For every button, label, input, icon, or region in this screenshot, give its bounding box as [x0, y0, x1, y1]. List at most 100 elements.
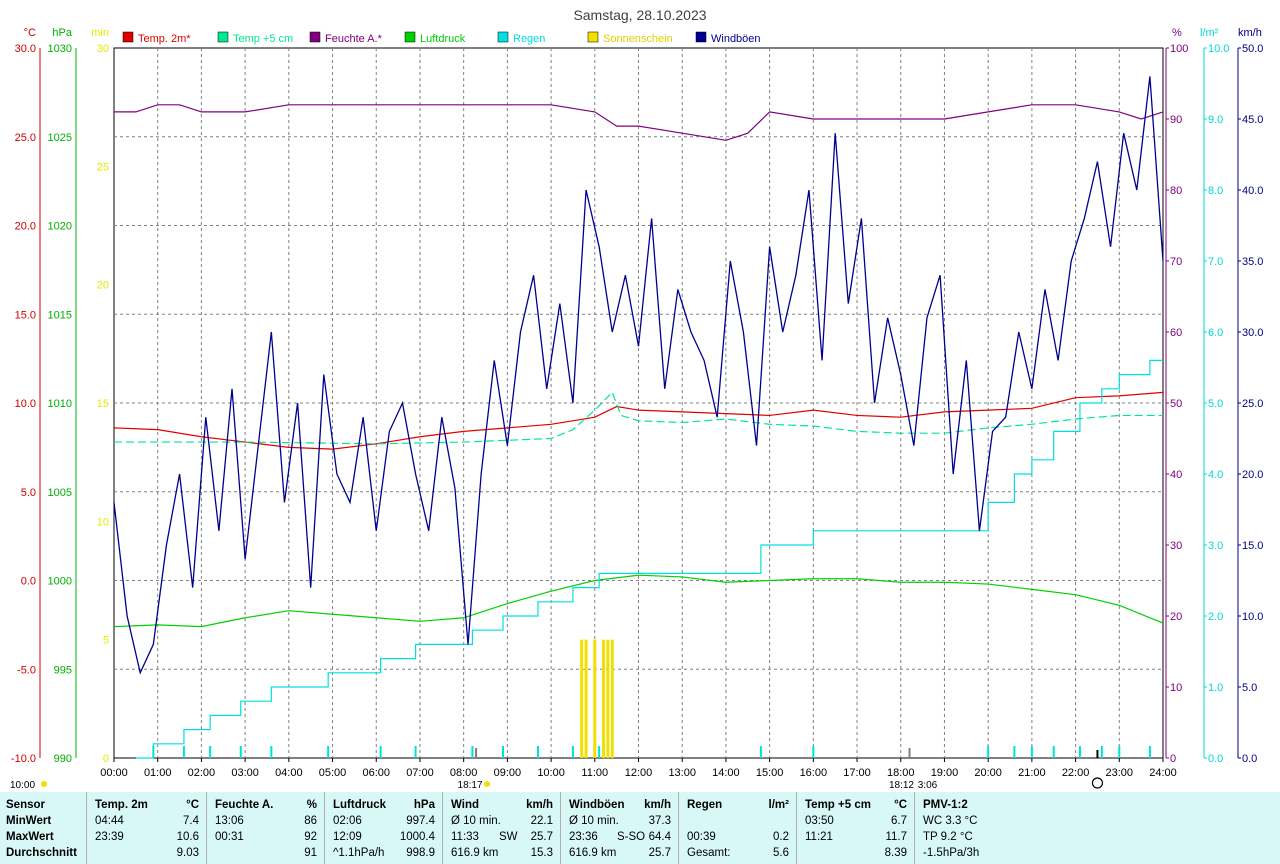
footer-column: Temp +5 cm °C 03:50 6.7 11:21 11.7 8.39	[796, 792, 915, 864]
sunshine-bar	[606, 639, 610, 758]
footer-max-direction: SW	[499, 831, 518, 843]
pressure-axis-tick-label: 990	[54, 753, 72, 765]
x-tick-label: 08:00	[450, 767, 478, 779]
footer-column-title: Regen	[687, 799, 723, 811]
footer-min-time: WC 3.3 °C	[923, 815, 978, 827]
footer-row-label: Durchschnitt	[6, 847, 77, 859]
legend-swatch	[497, 31, 509, 43]
humidity-axis-tick-label: 100	[1170, 43, 1188, 55]
rain-axis-tick-label: 7.0	[1208, 256, 1223, 268]
footer-min-value: 37.3	[648, 815, 671, 827]
legend-label: Windböen	[711, 33, 761, 45]
footer-label-column: Sensor MinWert MaxWert Durchschnitt	[0, 792, 86, 864]
footer-max-time: 11:21	[805, 831, 833, 843]
humidity-axis-tick-label: 20	[1170, 611, 1182, 623]
sun-upper-time: 3:06	[918, 780, 938, 791]
sun-icon	[484, 781, 491, 787]
sunshine-bar	[580, 639, 584, 758]
footer-max-time: 00:31	[215, 831, 244, 843]
rain-axis-tick-label: 8.0	[1208, 185, 1223, 197]
x-tick-label: 13:00	[668, 767, 696, 779]
pressure-axis-tick-label: 1025	[48, 132, 72, 144]
x-tick-label: 14:00	[712, 767, 740, 779]
humidity-axis-tick-label: 70	[1170, 256, 1182, 268]
footer-max-value: 10.6	[176, 831, 199, 843]
temp-axis-unit-label: °C	[24, 27, 36, 39]
wind-axis-tick-label: 10.0	[1242, 611, 1263, 623]
footer-min-time: 02:06	[333, 815, 362, 827]
footer-column-unit: l/m²	[768, 799, 789, 811]
footer-column-unit: °C	[186, 799, 199, 811]
rain-axis-tick-label: 5.0	[1208, 398, 1223, 410]
footer-column-title: Windböen	[569, 799, 625, 811]
wind-axis-tick-label: 20.0	[1242, 469, 1263, 481]
legend-swatch	[309, 31, 321, 43]
sunshine-bar	[610, 639, 614, 758]
legend-swatch	[217, 31, 229, 43]
footer-column-unit: hPa	[413, 799, 435, 811]
pressure-axis-tick-label: 1015	[48, 309, 72, 321]
footer-column: Regen l/m² 00:39 0.2 Gesamt: 5.6	[678, 792, 797, 864]
rain-axis-tick-label: 3.0	[1208, 540, 1223, 552]
footer-column-title: Feuchte A.	[215, 799, 274, 811]
legend-swatch	[695, 31, 707, 43]
footer-column-unit: °C	[894, 799, 907, 811]
x-tick-label: 06:00	[362, 767, 390, 779]
footer-min-time: 03:50	[805, 815, 834, 827]
rain-event-bar	[759, 746, 762, 758]
sunshine-bar	[602, 639, 606, 758]
sunshine-axis-tick-label: 20	[97, 280, 109, 292]
footer-row-label: MaxWert	[6, 831, 54, 843]
sunshine-bar	[593, 639, 597, 758]
footer-min-time: 04:44	[95, 815, 124, 827]
x-tick-label: 01:00	[144, 767, 172, 779]
footer-column: Wind km/h Ø 10 min. 22.1 11:33 SW 25.7 616.9 km…	[442, 792, 561, 864]
x-tick-label: 03:00	[231, 767, 259, 779]
legend-label: Regen	[513, 33, 545, 45]
footer-min-value: 86	[304, 815, 317, 827]
x-tick-label: 07:00	[406, 767, 434, 779]
footer-max-value: 1000.4	[399, 831, 435, 843]
sunset-bottom-time: 18:17	[458, 780, 483, 791]
rain-event-bar	[1013, 746, 1016, 758]
legend-swatch	[404, 31, 416, 43]
x-tick-label: 21:00	[1018, 767, 1046, 779]
footer-max-time: TP 9.2 °C	[923, 831, 973, 843]
sunshine-axis-tick-label: 5	[103, 635, 109, 647]
x-tick-label: 09:00	[494, 767, 522, 779]
rain-axis-tick-label: 1.0	[1208, 682, 1223, 694]
statistics-footer: Sensor MinWert MaxWert Durchschnitt Temp. 2m…	[0, 792, 1280, 864]
rain-axis-tick-label: 4.0	[1208, 469, 1223, 481]
sunshine-axis-tick-label: 15	[97, 398, 109, 410]
footer-avg-value: 5.6	[773, 847, 789, 859]
sunset-time: 18:12	[889, 780, 914, 791]
x-tick-label: 23:00	[1106, 767, 1134, 779]
rain-axis-tick-label: 10.0	[1208, 43, 1229, 55]
pressure-axis-tick-label: 995	[54, 664, 72, 676]
rain-event-bar	[270, 746, 273, 758]
rain-event-bar	[327, 746, 330, 758]
day-start-time: 10:00	[10, 780, 35, 791]
wind-axis-tick-label: 40.0	[1242, 185, 1263, 197]
temp-axis-tick-label: 25.0	[15, 132, 36, 144]
wind-axis-tick-label: 45.0	[1242, 114, 1263, 126]
rain-axis-tick-label: 6.0	[1208, 327, 1223, 339]
chart-title: Samstag, 28.10.2023	[573, 7, 706, 23]
sunshine-bar	[584, 639, 588, 758]
footer-min-value: 997.4	[406, 815, 435, 827]
footer-max-value: 11.7	[885, 831, 907, 843]
footer-avg-value: 9.03	[176, 847, 199, 859]
temp-axis-tick-label: 10.0	[15, 398, 36, 410]
footer-column-title: Temp +5 cm	[805, 799, 871, 811]
x-tick-label: 02:00	[188, 767, 216, 779]
footer-row-label: MinWert	[6, 815, 52, 827]
x-tick-label: 05:00	[319, 767, 347, 779]
footer-row-label: Sensor	[6, 799, 45, 811]
footer-column-title: Luftdruck	[333, 799, 387, 811]
wind-axis-tick-label: 0.0	[1242, 753, 1257, 765]
moon-icon	[1091, 777, 1104, 789]
footer-avg-label: Gesamt:	[687, 847, 731, 859]
footer-max-value: 92	[304, 831, 317, 843]
rain-event-bar	[502, 746, 505, 758]
pressure-axis-tick-label: 1010	[48, 398, 72, 410]
